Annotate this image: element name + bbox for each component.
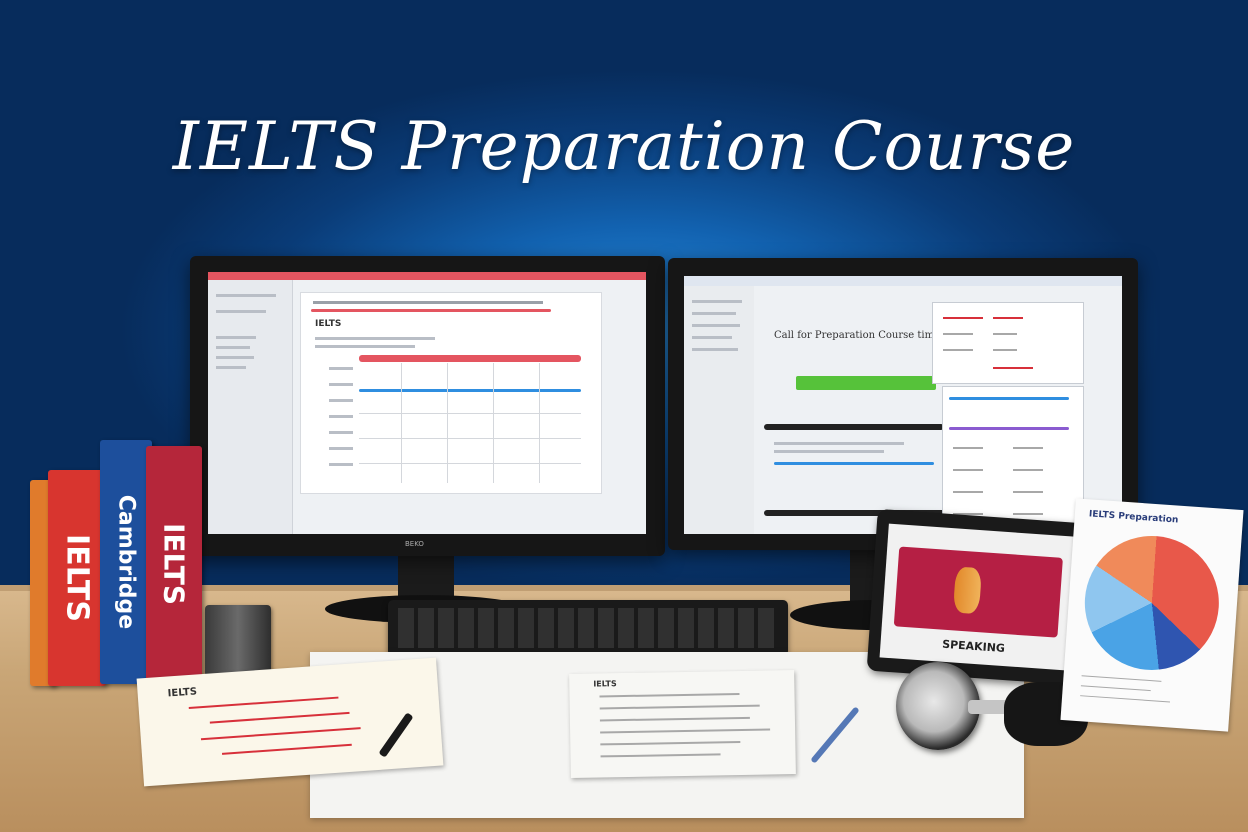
headphones-band [968, 700, 1008, 714]
notepad: IELTS [136, 657, 444, 787]
left-monitor: IELTS BEKO [190, 256, 665, 556]
book-maroon-spine: IELTS [157, 522, 191, 606]
right-titlebar [684, 276, 1122, 286]
flyer-header: IELTS Preparation [1088, 509, 1179, 526]
book-maroon: IELTS [146, 446, 202, 682]
red-header-bar [359, 355, 581, 362]
blue-line [774, 462, 934, 465]
book-red: IELTS [48, 470, 106, 686]
tablet-caption: SPEAKING [941, 637, 1006, 656]
microphone-icon [952, 566, 983, 615]
left-panel-title: IELTS [315, 319, 342, 329]
right-popup-table [932, 302, 1084, 384]
right-monitor: Call for Preparation Course time [668, 258, 1138, 550]
book-red-spine: IELTS [59, 534, 95, 622]
pie-chart [1080, 531, 1224, 675]
worksheet: IELTS [569, 670, 796, 778]
left-monitor-screen: IELTS [208, 272, 646, 534]
right-monitor-screen: Call for Preparation Course time [684, 276, 1122, 534]
tablet: SPEAKING [866, 508, 1088, 686]
tablet-card [893, 546, 1063, 638]
headline: IELTS Preparation Course [172, 108, 1076, 185]
notepad-label: IELTS [167, 686, 198, 700]
photo-scene: IELTS Preparation Course IELTS BEKO Call… [0, 0, 1248, 832]
right-heading: Call for Preparation Course time [774, 330, 940, 341]
keyboard [388, 600, 788, 656]
right-sidebar [684, 286, 754, 534]
left-titlebar [208, 272, 646, 280]
right-side-table [942, 386, 1084, 528]
green-bar [796, 376, 936, 390]
blue-divider [359, 389, 581, 392]
worksheet-label: IELTS [593, 679, 617, 689]
dark-bar [764, 424, 944, 430]
tablet-screen: SPEAKING [879, 523, 1075, 671]
book-blue: Cambridge [100, 440, 152, 684]
book-blue-spine: Cambridge [113, 494, 139, 630]
left-sidebar [208, 280, 293, 534]
pen-holder [205, 605, 271, 677]
flyer: IELTS Preparation [1060, 498, 1244, 732]
left-panel: IELTS [300, 292, 602, 494]
left-monitor-brand: BEKO [405, 540, 424, 548]
